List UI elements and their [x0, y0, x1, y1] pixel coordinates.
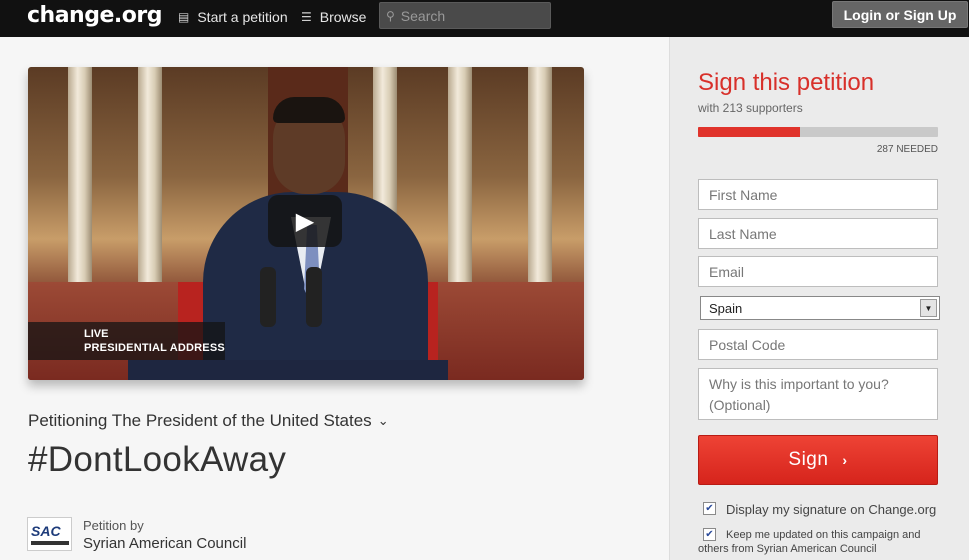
country-select[interactable]: Spain ▼ — [700, 296, 940, 320]
postal-code-field[interactable] — [698, 329, 938, 360]
progress-bar — [698, 127, 938, 137]
sign-title: Sign this petition — [698, 69, 875, 96]
chevron-right-icon: › — [842, 452, 848, 468]
podium — [128, 360, 448, 380]
petition-by-label: Petition by — [83, 518, 144, 533]
start-petition-label: Start a petition — [197, 9, 288, 25]
org-name-link[interactable]: Syrian American Council — [83, 535, 246, 552]
progress-fill — [698, 127, 801, 137]
search-box: ⚲ — [379, 2, 551, 29]
microphone — [260, 267, 276, 327]
video-player[interactable]: ▶ LIVE PRESIDENTIAL ADDRESS — [28, 67, 584, 380]
top-nav: change.org ▤ Start a petition ☰ Browse ⚲… — [0, 0, 969, 37]
list-icon: ☰ — [301, 10, 312, 24]
live-label: LIVE — [84, 328, 109, 340]
petitioning-label: Petitioning The President of the United … — [28, 411, 372, 430]
presidential-address-label: PRESIDENTIAL ADDRESS — [84, 342, 225, 354]
country-value: Spain — [709, 300, 743, 316]
dropdown-arrow-icon[interactable]: ▼ — [920, 299, 937, 317]
live-overlay: LIVE PRESIDENTIAL ADDRESS — [28, 322, 225, 360]
needed-count: 287 NEEDED — [876, 144, 938, 155]
sign-panel: Sign this petition with 213 supporters 2… — [669, 37, 969, 560]
chevron-down-icon: ⌄ — [377, 413, 389, 428]
microphone — [306, 267, 322, 327]
org-logo-text: SAC — [31, 523, 61, 539]
sign-button[interactable]: Sign › — [698, 435, 938, 485]
display-signature-checkbox[interactable]: ✔ — [703, 502, 716, 515]
sign-button-label: Sign — [788, 449, 829, 470]
org-logo[interactable]: SAC — [27, 517, 72, 551]
login-signup-button[interactable]: Login or Sign Up — [832, 1, 968, 28]
search-icon: ⚲ — [386, 8, 395, 23]
email-field[interactable] — [698, 256, 938, 287]
video-speaker-hair — [273, 97, 345, 123]
browse-link[interactable]: ☰ Browse — [301, 9, 366, 25]
play-icon[interactable]: ▶ — [268, 195, 342, 247]
supporters-count: with 213 supporters — [698, 101, 803, 115]
first-name-field[interactable] — [698, 179, 938, 210]
petition-main: ▶ LIVE PRESIDENTIAL ADDRESS Petitioning … — [0, 37, 669, 560]
change-org-logo[interactable]: change.org — [27, 3, 162, 28]
petition-title: #DontLookAway — [28, 440, 287, 479]
document-icon: ▤ — [178, 10, 190, 24]
browse-label: Browse — [319, 9, 367, 25]
petitioning-target[interactable]: Petitioning The President of the United … — [28, 411, 389, 431]
search-input[interactable] — [400, 7, 541, 24]
last-name-field[interactable] — [698, 218, 938, 249]
org-logo-bar — [31, 541, 69, 545]
reason-field[interactable] — [698, 368, 938, 420]
display-signature-label: Display my signature on Change.org — [726, 502, 937, 517]
keep-updated-label: Keep me updated on this campaign and oth… — [698, 529, 921, 555]
start-petition-link[interactable]: ▤ Start a petition — [178, 9, 288, 25]
